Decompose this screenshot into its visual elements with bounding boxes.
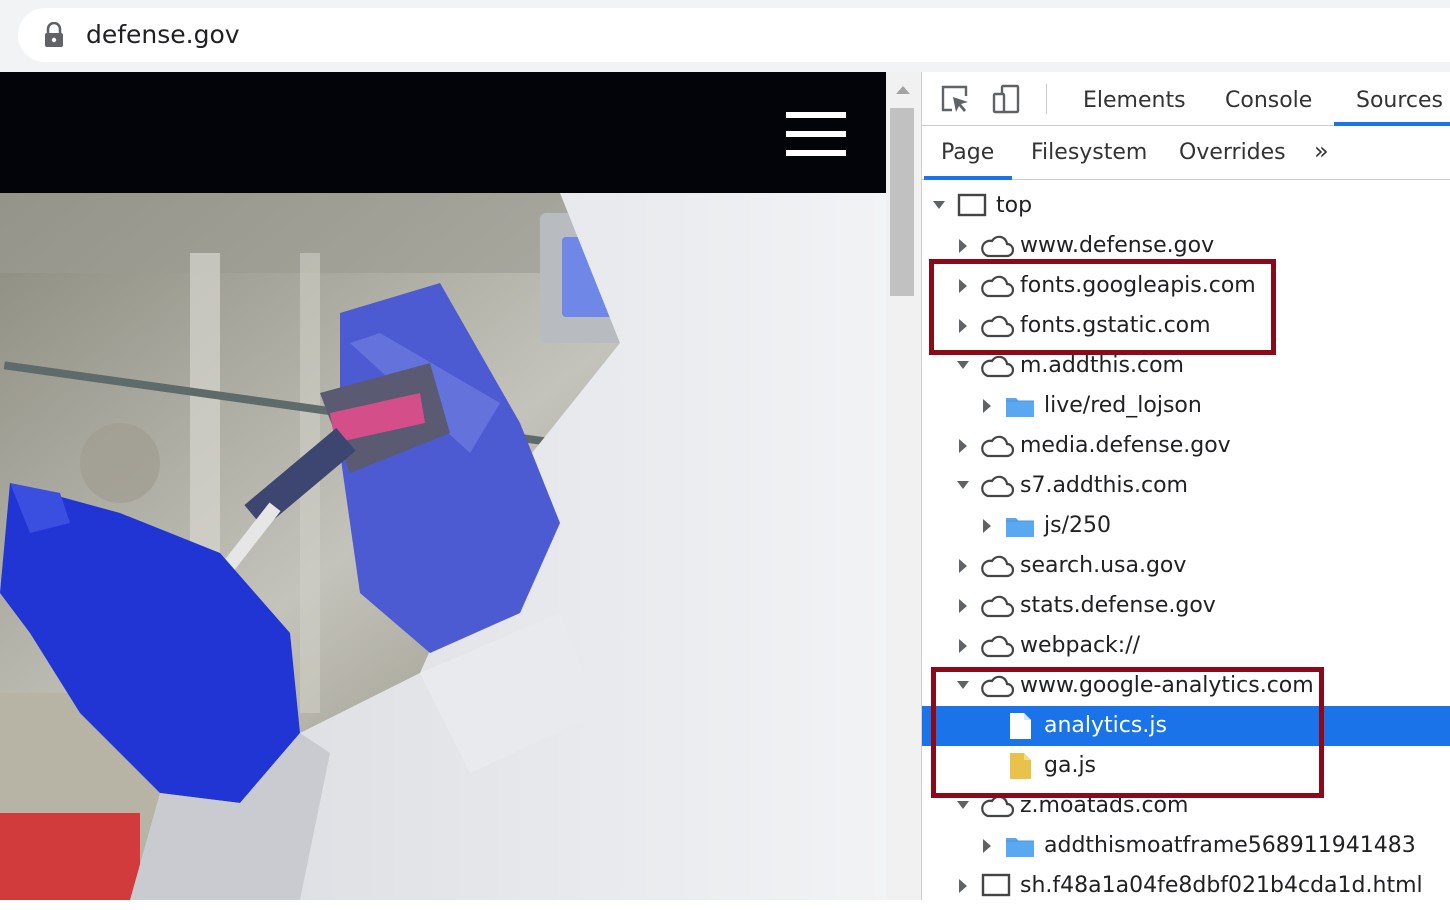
tree-item-label: sh.f48a1a04fe8dbf021b4cda1d.html: [1020, 873, 1423, 898]
folder-icon: [1004, 832, 1038, 860]
more-tabs-chevron-icon[interactable]: »: [1314, 136, 1329, 166]
expand-arrow-right-icon[interactable]: [956, 266, 970, 306]
tab-elements[interactable]: Elements: [1083, 86, 1186, 116]
expand-arrow-right-icon[interactable]: [956, 866, 970, 906]
tree-item-label: ga.js: [1044, 753, 1097, 778]
cloud-icon: [980, 632, 1015, 660]
expand-arrow-right-icon[interactable]: [980, 826, 994, 866]
tree-item[interactable]: fonts.googleapis.com: [922, 266, 1450, 306]
tree-item-label: webpack://: [1020, 633, 1141, 658]
cloud-icon: [980, 232, 1015, 260]
cloud-icon: [980, 792, 1015, 820]
device-toolbar-icon[interactable]: [992, 84, 1022, 114]
cloud-icon: [980, 432, 1015, 460]
tree-item[interactable]: addthismoatframe568911941483: [922, 826, 1450, 866]
subtab-page[interactable]: Page: [941, 138, 994, 168]
expand-arrow-right-icon[interactable]: [956, 426, 970, 466]
tree-item-label: s7.addthis.com: [1020, 473, 1188, 498]
tree-item[interactable]: analytics.js: [922, 706, 1450, 746]
subtab-filesystem[interactable]: Filesystem: [1031, 138, 1147, 168]
cloud-icon: [980, 472, 1015, 500]
cloud-icon: [980, 672, 1015, 700]
tab-sources[interactable]: Sources: [1356, 86, 1443, 116]
folder-icon: [1004, 512, 1038, 540]
tree-item-label: z.moatads.com: [1020, 793, 1189, 818]
tree-item[interactable]: s7.addthis.com: [922, 466, 1450, 506]
expand-arrow-down-icon[interactable]: [956, 666, 970, 706]
sources-navigator-tabs: Page Filesystem Overrides »: [922, 126, 1450, 180]
expand-arrow-right-icon[interactable]: [956, 226, 970, 266]
lock-icon[interactable]: [42, 22, 66, 48]
site-header: [0, 72, 886, 193]
expand-arrow-right-icon[interactable]: [980, 386, 994, 426]
tree-item[interactable]: live/red_lojson: [922, 386, 1450, 426]
tree-item-label: stats.defense.gov: [1020, 593, 1216, 618]
tree-item-label: search.usa.gov: [1020, 553, 1187, 578]
inspect-element-icon[interactable]: [940, 84, 970, 114]
tree-item-label: analytics.js: [1044, 713, 1167, 738]
tree-item-label: fonts.googleapis.com: [1020, 273, 1256, 298]
tree-item[interactable]: js/250: [922, 506, 1450, 546]
file-icon: [1004, 712, 1038, 740]
frame-icon: [980, 872, 1014, 900]
url-text[interactable]: defense.gov: [86, 17, 240, 53]
tree-item[interactable]: ga.js: [922, 746, 1450, 786]
tree-item-label: fonts.gstatic.com: [1020, 313, 1211, 338]
hero-image: [0, 193, 886, 900]
tree-item[interactable]: search.usa.gov: [922, 546, 1450, 586]
expand-arrow-right-icon[interactable]: [956, 306, 970, 346]
sources-file-tree: top www.defense.gov fonts.googleapis.com fo…: [922, 180, 1450, 900]
tree-item[interactable]: www.defense.gov: [922, 226, 1450, 266]
folder-icon: [1004, 392, 1038, 420]
tree-item[interactable]: webpack://: [922, 626, 1450, 666]
tab-console[interactable]: Console: [1225, 86, 1312, 116]
cloud-icon: [980, 272, 1015, 300]
tree-item-label: www.defense.gov: [1020, 233, 1215, 258]
tree-item[interactable]: z.moatads.com: [922, 786, 1450, 826]
tree-item[interactable]: media.defense.gov: [922, 426, 1450, 466]
subtab-overrides[interactable]: Overrides: [1179, 138, 1286, 168]
frame-icon: [956, 192, 990, 220]
expand-arrow-down-icon[interactable]: [932, 186, 946, 226]
tree-item-label: js/250: [1044, 513, 1111, 538]
tree-item[interactable]: stats.defense.gov: [922, 586, 1450, 626]
tree-item-label: www.google-analytics.com: [1020, 673, 1314, 698]
expand-arrow-down-icon[interactable]: [956, 466, 970, 506]
expand-arrow-right-icon[interactable]: [980, 506, 994, 546]
tree-item-label: live/red_lojson: [1044, 393, 1202, 418]
tree-item[interactable]: fonts.gstatic.com: [922, 306, 1450, 346]
tree-item-label: top: [996, 193, 1033, 218]
expand-arrow-right-icon[interactable]: [956, 626, 970, 666]
devtools-panel: Elements Console Sources Page Filesystem…: [922, 72, 1450, 900]
hamburger-icon[interactable]: [786, 112, 846, 156]
cloud-icon: [980, 552, 1015, 580]
tree-item[interactable]: top: [922, 186, 1450, 226]
tree-item[interactable]: m.addthis.com: [922, 346, 1450, 386]
expand-arrow-right-icon[interactable]: [956, 586, 970, 626]
tree-item[interactable]: www.google-analytics.com: [922, 666, 1450, 706]
cloud-icon: [980, 352, 1015, 380]
tree-item-label: m.addthis.com: [1020, 353, 1184, 378]
cloud-icon: [980, 312, 1015, 340]
cloud-icon: [980, 592, 1015, 620]
devtools-toolbar: Elements Console Sources: [922, 72, 1450, 126]
page-scrollbar[interactable]: [886, 72, 922, 900]
expand-arrow-down-icon[interactable]: [956, 346, 970, 386]
scroll-up-arrow-icon[interactable]: [896, 86, 910, 94]
page-viewport: [0, 72, 886, 900]
toolbar-separator: [1046, 84, 1047, 114]
expand-arrow-down-icon[interactable]: [956, 786, 970, 826]
script-file-icon: [1004, 752, 1038, 780]
expand-arrow-right-icon[interactable]: [956, 546, 970, 586]
address-bar-area: defense.gov: [0, 0, 1450, 72]
scrollbar-thumb[interactable]: [890, 108, 914, 296]
tree-item-label: addthismoatframe568911941483: [1044, 833, 1416, 858]
tree-item-label: media.defense.gov: [1020, 433, 1231, 458]
tree-item[interactable]: sh.f48a1a04fe8dbf021b4cda1d.html: [922, 866, 1450, 906]
